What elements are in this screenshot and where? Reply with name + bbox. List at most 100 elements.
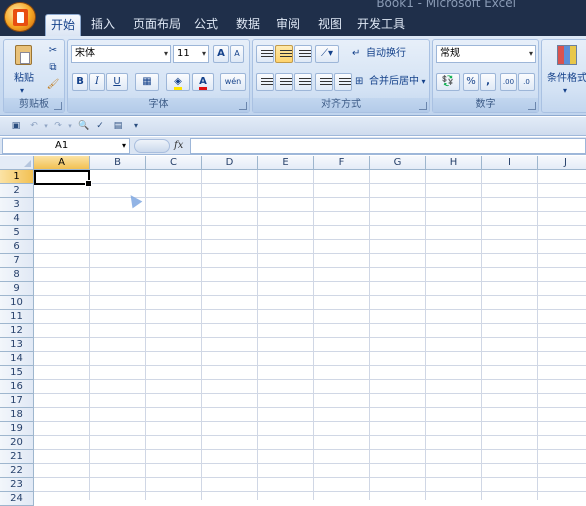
font-launcher-icon[interactable] (239, 102, 247, 110)
row-header-17[interactable]: 17 (0, 394, 34, 408)
decrease-decimal-button[interactable]: .0 (518, 73, 535, 91)
office-button[interactable] (4, 2, 36, 32)
row-header-16[interactable]: 16 (0, 380, 34, 394)
decrease-indent-button[interactable] (315, 73, 333, 91)
print-preview-icon[interactable]: 🔍 (78, 120, 90, 132)
insert-function-icon[interactable]: fx (174, 138, 188, 154)
row-header-3[interactable]: 3 (0, 198, 34, 212)
merge-center-button[interactable]: ⊞ 合并后居中 ▾ (354, 73, 428, 91)
align-middle-button[interactable] (275, 45, 293, 63)
italic-button[interactable]: I (89, 73, 105, 91)
row-header-11[interactable]: 11 (0, 310, 34, 324)
row-header-20[interactable]: 20 (0, 436, 34, 450)
column-header-i[interactable]: I (482, 156, 538, 170)
fill-color-button[interactable]: ◈ (166, 73, 190, 91)
cut-button[interactable]: ✂ (44, 42, 62, 58)
tab-formulas[interactable]: 公式 (188, 14, 224, 36)
name-box[interactable]: A1 ▾ (2, 138, 130, 154)
column-header-j[interactable]: J (538, 156, 586, 170)
row-header-4[interactable]: 4 (0, 212, 34, 226)
comma-button[interactable]: , (480, 73, 496, 91)
number-format-combo[interactable]: 常规 ▾ (436, 45, 536, 63)
active-cell[interactable] (34, 170, 92, 187)
column-header-h[interactable]: H (426, 156, 482, 170)
increase-decimal-button[interactable]: .00 (500, 73, 517, 91)
row-header-1[interactable]: 1 (0, 170, 34, 184)
undo-dropdown-icon[interactable]: ▾ (40, 120, 52, 132)
borders-button[interactable]: ▦ (135, 73, 159, 91)
accounting-format-button[interactable]: 💱 (436, 73, 460, 91)
column-header-d[interactable]: D (202, 156, 258, 170)
paste-button[interactable]: 粘贴 ▾ (8, 42, 38, 96)
column-header-f[interactable]: F (314, 156, 370, 170)
column-header-a[interactable]: A (34, 156, 90, 170)
column-header-g[interactable]: G (370, 156, 426, 170)
row-header-22[interactable]: 22 (0, 464, 34, 478)
align-bottom-button[interactable] (294, 45, 312, 63)
shrink-font-button[interactable]: A (230, 45, 244, 63)
row-header-14[interactable]: 14 (0, 352, 34, 366)
align-center-button[interactable] (275, 73, 293, 91)
bold-button[interactable]: B (72, 73, 88, 91)
font-name-combo[interactable]: 宋体 ▾ (71, 45, 171, 63)
column-header-b[interactable]: B (90, 156, 146, 170)
tab-home[interactable]: 开始 (45, 14, 81, 36)
phonetic-button[interactable]: wén (220, 73, 246, 91)
save-icon[interactable]: ▣ (10, 120, 22, 132)
tab-insert[interactable]: 插入 (84, 14, 122, 36)
chevron-down-icon: ▾ (163, 49, 168, 58)
underline-button[interactable]: U (106, 73, 128, 91)
row-header-5[interactable]: 5 (0, 226, 34, 240)
row-header-21[interactable]: 21 (0, 450, 34, 464)
row-header-9[interactable]: 9 (0, 282, 34, 296)
increase-indent-icon (339, 78, 351, 87)
tab-developer[interactable]: 开发工具 (354, 14, 408, 36)
increase-indent-button[interactable] (334, 73, 352, 91)
row-header-18[interactable]: 18 (0, 408, 34, 422)
select-all-corner[interactable] (0, 156, 34, 170)
number-launcher-icon[interactable] (528, 102, 536, 110)
row-header-10[interactable]: 10 (0, 296, 34, 310)
column-header-e[interactable]: E (258, 156, 314, 170)
redo-icon[interactable]: ↷ (52, 120, 64, 132)
clipboard-launcher-icon[interactable] (54, 102, 62, 110)
wrap-text-button[interactable]: ↵ 自动换行 (351, 45, 427, 63)
percent-button[interactable]: % (463, 73, 479, 91)
row-header-15[interactable]: 15 (0, 366, 34, 380)
column-header-c[interactable]: C (146, 156, 202, 170)
row-header-13[interactable]: 13 (0, 338, 34, 352)
copy-button[interactable]: ⧉ (44, 59, 62, 75)
align-right-icon (299, 78, 311, 87)
font-size-value: 11 (177, 48, 190, 59)
customize-qat-icon[interactable]: ▾ (130, 120, 142, 132)
row-header-12[interactable]: 12 (0, 324, 34, 338)
grow-font-button[interactable]: A (213, 45, 229, 63)
row-header-23[interactable]: 23 (0, 478, 34, 492)
row-header-2[interactable]: 2 (0, 184, 34, 198)
tab-view[interactable]: 视图 (312, 14, 348, 36)
spelling-icon[interactable]: ✓ (94, 120, 106, 132)
row-header-7[interactable]: 7 (0, 254, 34, 268)
undo-icon[interactable]: ↶ (28, 120, 40, 132)
formula-bar-splitter[interactable] (134, 139, 170, 153)
redo-dropdown-icon[interactable]: ▾ (64, 120, 76, 132)
row-header-8[interactable]: 8 (0, 268, 34, 282)
form-icon[interactable]: ▤ (112, 120, 124, 132)
align-right-button[interactable] (294, 73, 312, 91)
conditional-format-button[interactable]: 条件格式 ▾ (544, 42, 586, 95)
tab-data[interactable]: 数据 (230, 14, 266, 36)
row-header-6[interactable]: 6 (0, 240, 34, 254)
row-header-19[interactable]: 19 (0, 422, 34, 436)
align-top-button[interactable] (256, 45, 274, 63)
font-size-combo[interactable]: 11 ▾ (173, 45, 209, 63)
font-color-button[interactable]: A (192, 73, 214, 91)
formula-input[interactable] (190, 138, 586, 154)
cell-area[interactable] (34, 170, 586, 500)
align-left-button[interactable] (256, 73, 274, 91)
alignment-launcher-icon[interactable] (419, 102, 427, 110)
format-painter-button[interactable]: 🖌 (44, 76, 62, 92)
tab-review[interactable]: 审阅 (270, 14, 306, 36)
orientation-button[interactable]: ⟋▾ (315, 45, 339, 63)
row-header-24[interactable]: 24 (0, 492, 34, 506)
tab-page-layout[interactable]: 页面布局 (128, 14, 186, 36)
